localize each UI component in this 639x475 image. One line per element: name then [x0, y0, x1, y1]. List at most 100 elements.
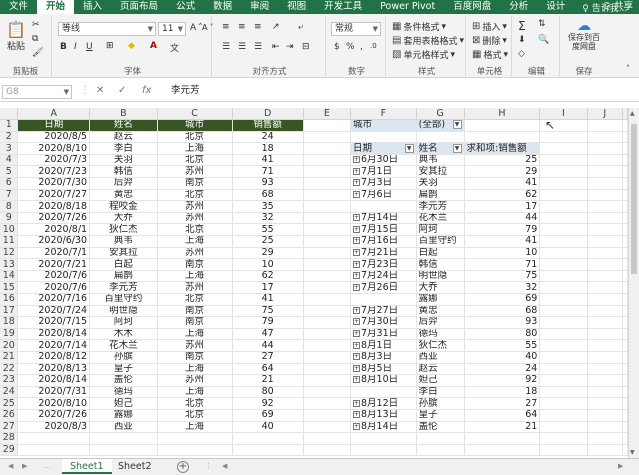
cell[interactable]	[303, 119, 351, 132]
pivot-name-cell[interactable]: 西亚	[416, 351, 465, 364]
pivot-name-cell[interactable]: 扁鹊	[416, 189, 465, 202]
cell[interactable]	[622, 374, 628, 387]
table-cell[interactable]: 花木兰	[89, 339, 158, 352]
cell[interactable]	[587, 154, 624, 167]
cell[interactable]	[303, 409, 351, 422]
menu-tab[interactable]: 审阅	[241, 0, 278, 14]
pivot-value-cell[interactable]: 21	[464, 421, 541, 434]
cell[interactable]	[303, 165, 351, 179]
cell[interactable]	[622, 223, 628, 237]
tab-splitter-icon[interactable]: ⋮	[205, 462, 212, 470]
cell[interactable]	[303, 154, 351, 167]
row-header[interactable]: 19	[0, 328, 19, 341]
menu-tab[interactable]: 页面布局	[111, 0, 167, 14]
column-header[interactable]: D	[232, 108, 304, 121]
expand-icon[interactable]: +	[352, 330, 360, 338]
increase-indent-icon[interactable]: ⇥	[286, 42, 294, 52]
pivot-name-cell[interactable]: 盖伦	[416, 421, 465, 434]
table-cell[interactable]: 苏州	[157, 212, 233, 225]
table-cell[interactable]: 2020/7/3	[17, 154, 91, 167]
pivot-date-cell[interactable]: +8月1日	[350, 339, 417, 352]
pivot-name-cell[interactable]: 孙膑	[416, 397, 465, 410]
cell[interactable]	[464, 131, 541, 144]
expand-icon[interactable]: +	[352, 248, 360, 256]
pivot-name-cell[interactable]: 妲己	[416, 374, 465, 387]
cell[interactable]	[622, 351, 628, 364]
row-header[interactable]: 20	[0, 339, 19, 352]
table-cell[interactable]: 苏州	[157, 281, 233, 294]
expand-icon[interactable]: +	[352, 225, 360, 233]
expand-icon[interactable]: +	[352, 422, 360, 430]
pivot-name-cell[interactable]: 典韦	[416, 154, 465, 167]
cell[interactable]	[587, 316, 624, 329]
cell[interactable]	[587, 200, 624, 213]
pivot-value-cell[interactable]: 55	[464, 339, 541, 352]
table-cell[interactable]: 北京	[157, 223, 233, 237]
cell[interactable]	[416, 131, 465, 144]
cell[interactable]	[622, 235, 628, 248]
table-cell[interactable]: 80	[232, 386, 304, 399]
pivot-value-cell[interactable]: 62	[464, 189, 541, 202]
expand-icon[interactable]: +	[352, 179, 360, 187]
cell[interactable]	[587, 351, 624, 364]
table-cell[interactable]: 赵云	[89, 131, 158, 144]
cell[interactable]	[539, 189, 588, 202]
table-cell[interactable]: 北京	[157, 397, 233, 410]
vertical-scrollbar[interactable]: ▲ ▼	[628, 108, 639, 458]
conditional-format-button[interactable]: ▦ 条件格式 ▾	[392, 20, 446, 33]
format-painter-icon[interactable]: 🖌	[32, 48, 43, 58]
cell[interactable]	[622, 281, 628, 294]
pivot-name-cell[interactable]: 韩信	[416, 258, 465, 271]
pivot-date-cell[interactable]: +7月15日	[350, 223, 417, 237]
cell[interactable]	[303, 189, 351, 202]
menu-tab[interactable]: 设计	[537, 0, 574, 14]
cell[interactable]	[539, 397, 588, 410]
insert-button[interactable]: ⊞ 插入 ▾	[472, 20, 507, 33]
cell[interactable]	[303, 270, 351, 283]
cell[interactable]	[587, 258, 624, 271]
table-header-cell[interactable]: 姓名	[89, 119, 158, 132]
table-cell[interactable]: 68	[232, 189, 304, 202]
cell[interactable]	[539, 444, 588, 457]
pivot-date-cell[interactable]	[350, 293, 417, 306]
column-header[interactable]: J	[587, 108, 624, 121]
table-cell[interactable]: 29	[232, 247, 304, 260]
row-header[interactable]: 26	[0, 409, 19, 422]
cell[interactable]	[416, 444, 465, 457]
table-cell[interactable]: 上海	[157, 142, 233, 155]
pivot-name-cell[interactable]: 安其拉	[416, 165, 465, 179]
pivot-value-cell[interactable]: 68	[464, 305, 541, 318]
cell[interactable]	[303, 351, 351, 364]
cell[interactable]	[622, 328, 628, 341]
table-cell[interactable]: 韩信	[89, 165, 158, 179]
expand-icon[interactable]: +	[352, 156, 360, 164]
cell-styles-button[interactable]: ▧ 单元格样式 ▾	[392, 48, 455, 61]
table-cell[interactable]: 27	[232, 351, 304, 364]
pivot-name-cell[interactable]: 德玛	[416, 328, 465, 341]
pivot-name-cell[interactable]: 李白	[416, 386, 465, 399]
row-header[interactable]: 22	[0, 363, 19, 376]
pivot-value-cell[interactable]: 75	[464, 270, 541, 283]
pivot-date-cell[interactable]	[350, 200, 417, 213]
table-cell[interactable]: 25	[232, 235, 304, 248]
table-cell[interactable]: 64	[232, 363, 304, 376]
scroll-right-icon[interactable]: ▶	[618, 462, 623, 470]
pivot-col-header[interactable]: 姓名 ▼	[416, 142, 465, 155]
row-header[interactable]: 9	[0, 212, 19, 225]
cell[interactable]	[622, 316, 628, 329]
formula-input[interactable]: 李元芳	[168, 85, 628, 99]
pivot-value-cell[interactable]: 71	[464, 258, 541, 271]
align-middle-icon[interactable]: ≡	[238, 22, 246, 32]
cell[interactable]	[539, 305, 588, 318]
cell[interactable]	[303, 397, 351, 410]
row-header[interactable]: 15	[0, 281, 19, 294]
table-cell[interactable]: 苏州	[157, 339, 233, 352]
cell[interactable]	[303, 212, 351, 225]
pivot-name-cell[interactable]: 黄忠	[416, 305, 465, 318]
cell[interactable]	[587, 397, 624, 410]
expand-icon[interactable]: +	[352, 353, 360, 361]
cell[interactable]	[539, 363, 588, 376]
table-cell[interactable]: 苏州	[157, 374, 233, 387]
table-cell[interactable]: 苏州	[157, 200, 233, 213]
cell[interactable]	[622, 339, 628, 352]
